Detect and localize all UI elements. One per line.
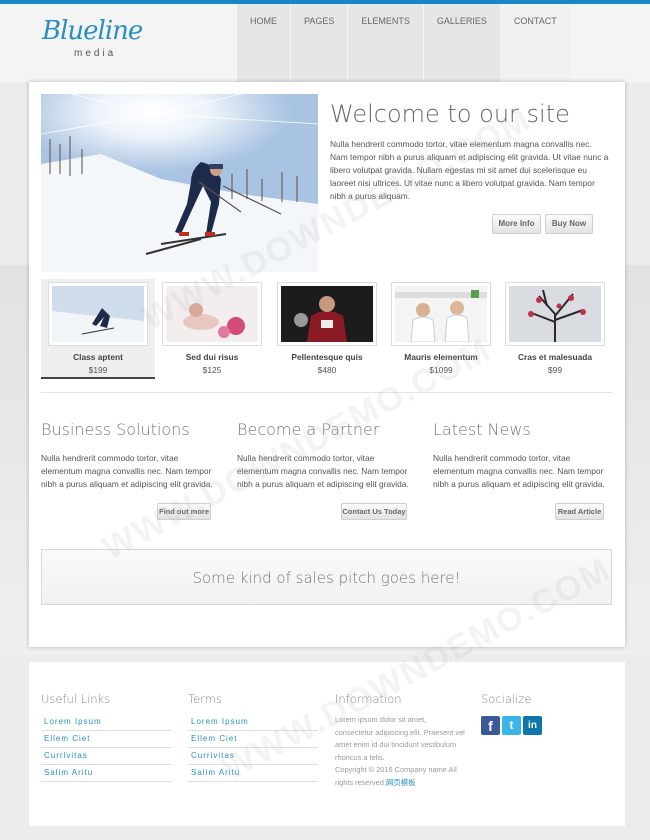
terms-list: Lorem Ipsum Ellem Ciet Currivitas Salim … xyxy=(188,714,318,782)
product-thumbnail xyxy=(162,282,262,346)
logo-tagline: media xyxy=(74,48,117,59)
logo[interactable]: Blueline media xyxy=(42,16,143,64)
hero-text: Nulla hendrerit commodo tortor, vitae el… xyxy=(330,139,609,201)
product-thumbnail xyxy=(391,282,491,346)
terms-title: Terms xyxy=(188,692,222,706)
terms-link[interactable]: Ellem Ciet xyxy=(188,731,318,748)
useful-link[interactable]: Lorem Ipsum xyxy=(41,714,171,731)
product-title: Mauris elementum xyxy=(404,352,478,362)
socialize-title: Socialize xyxy=(481,692,532,706)
facebook-icon[interactable]: f xyxy=(481,716,500,735)
buy-now-button[interactable]: Buy Now xyxy=(545,214,593,234)
product-price: $99 xyxy=(548,365,562,375)
find-out-more-button[interactable]: Find out more xyxy=(157,503,211,520)
become-a-partner-text: Nulla hendrerit commodo tortor, vitae el… xyxy=(237,453,409,489)
nav-contact[interactable]: CONTACT xyxy=(500,4,571,82)
business-solutions-title: Business Solutions xyxy=(41,420,190,439)
copyright-link[interactable]: 网页模板 xyxy=(386,778,416,787)
nav-elements[interactable]: ELEMENTS xyxy=(348,4,424,82)
more-info-button[interactable]: More Info xyxy=(492,214,541,234)
useful-links-title: Useful Links xyxy=(41,692,111,706)
hero-image-skier xyxy=(41,94,318,272)
product-price: $480 xyxy=(317,365,337,375)
product-title: Cras et malesuada xyxy=(517,352,593,362)
product-price: $1099 xyxy=(429,365,453,375)
product-item-sed-dui-risus[interactable]: Sed dui risus $125 xyxy=(155,279,269,379)
footer: Useful Links Lorem Ipsum Ellem Ciet Curr… xyxy=(29,662,625,826)
main-content-card: Welcome to our site Nulla hendrerit comm… xyxy=(29,82,625,647)
product-title: Pellentesque quis xyxy=(291,352,363,362)
business-solutions-text: Nulla hendrerit commodo tortor, vitae el… xyxy=(41,453,213,489)
useful-links-list: Lorem Ipsum Ellem Ciet Currivitas Salim … xyxy=(41,714,171,782)
become-a-partner-title: Become a Partner xyxy=(237,420,380,439)
product-carousel: Class aptent $199 Sed dui risus $125 Pel… xyxy=(41,279,616,379)
linkedin-icon[interactable]: in xyxy=(523,716,542,735)
nav-home[interactable]: HOME xyxy=(237,4,291,82)
product-item-pellentesque-quis[interactable]: Pellentesque quis $480 xyxy=(270,279,384,379)
information-text: Lorem ipsum dolor sit amet, consectetur … xyxy=(335,715,465,762)
divider xyxy=(41,392,612,393)
latest-news-title: Latest News xyxy=(433,420,531,439)
information-block: Lorem ipsum dolor sit amet, consectetur … xyxy=(335,714,465,789)
sales-pitch-banner: Some kind of sales pitch goes here! xyxy=(41,549,612,605)
nav-galleries[interactable]: GALLERIES xyxy=(423,4,501,82)
logo-text: Blueline xyxy=(42,16,143,46)
main-nav: HOME PAGES ELEMENTS GALLERIES CONTACT xyxy=(237,4,571,82)
terms-link[interactable]: Currivitas xyxy=(188,748,318,765)
product-price: $199 xyxy=(88,365,108,375)
product-thumbnail xyxy=(505,282,605,346)
nav-pages[interactable]: PAGES xyxy=(291,4,349,82)
product-thumbnail xyxy=(277,282,377,346)
product-thumbnail xyxy=(48,282,148,346)
information-title: Information xyxy=(335,692,402,706)
product-item-mauris-elementum[interactable]: Mauris elementum $1099 xyxy=(384,279,498,379)
product-item-class-aptent[interactable]: Class aptent $199 xyxy=(41,279,155,379)
product-title: Class aptent xyxy=(73,352,123,362)
terms-link[interactable]: Lorem Ipsum xyxy=(188,714,318,731)
read-article-button[interactable]: Read Article xyxy=(555,503,604,520)
terms-link[interactable]: Salim Aritu xyxy=(188,765,318,782)
useful-link[interactable]: Currivitas xyxy=(41,748,171,765)
useful-link[interactable]: Salim Aritu xyxy=(41,765,171,782)
product-price: $125 xyxy=(202,365,222,375)
hero-title: Welcome to our site xyxy=(330,100,570,128)
contact-us-today-button[interactable]: Contact Us Today xyxy=(341,503,407,520)
useful-link[interactable]: Ellem Ciet xyxy=(41,731,171,748)
twitter-icon[interactable]: t xyxy=(502,716,521,735)
latest-news-text: Nulla hendrerit commodo tortor, vitae el… xyxy=(433,453,605,489)
product-title: Sed dui risus xyxy=(185,352,239,362)
product-item-cras-et-malesuada[interactable]: Cras et malesuada $99 xyxy=(498,279,612,379)
